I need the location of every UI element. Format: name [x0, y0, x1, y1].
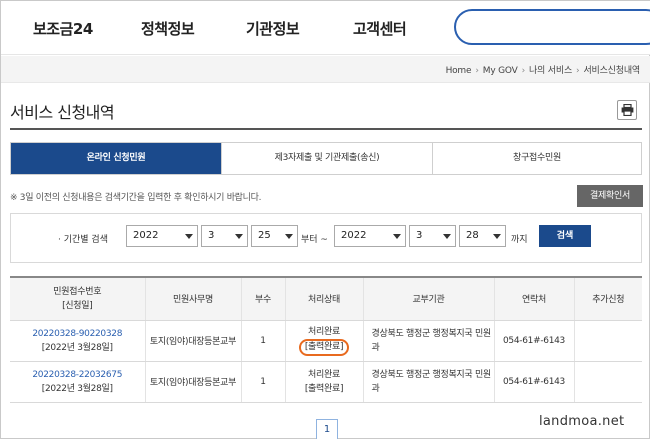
to-year-select[interactable]: 2022	[334, 225, 406, 247]
header-office: 민원사무명	[144, 276, 241, 321]
table-header-row: 민원접수번호 [신청일] 민원사무명 부수 처리상태 교부기관 연락처 추가신청	[10, 276, 642, 321]
tab-counter-application[interactable]: 창구접수민원	[433, 143, 641, 174]
payment-receipt-button[interactable]: 결제확인서	[577, 185, 643, 207]
print-status-text: [출력완료]	[304, 383, 344, 394]
chevron-right-icon: ›	[475, 66, 479, 76]
to-day-value: 28	[466, 230, 479, 241]
header-copies: 부수	[240, 276, 285, 321]
from-month-value: 3	[208, 230, 215, 241]
cell-agency: 경상북도 행정군 행정복지국 민원과	[362, 320, 494, 362]
period-notice: ※ 3일 이전의 신청내용은 검색기간을 입력한 후 확인하시기 바랍니다.	[10, 193, 262, 203]
chevron-down-icon	[443, 234, 451, 239]
header-contact: 연락처	[493, 276, 574, 321]
nav-customer-center[interactable]: 고객센터	[353, 18, 407, 39]
breadcrumb-home[interactable]: Home	[446, 66, 472, 76]
tab-third-party-submission[interactable]: 제3자제출 및 기관제출(송신)	[222, 143, 432, 174]
from-day-value: 25	[258, 230, 271, 241]
results-table: 민원접수번호 [신청일] 민원사무명 부수 처리상태 교부기관 연락처 추가신청…	[10, 276, 642, 403]
receipt-date: [2022년 3월28일]	[41, 383, 113, 394]
breadcrumb-mygov[interactable]: My GOV	[483, 66, 518, 76]
from-suffix: 부터 ~	[301, 235, 328, 245]
receipt-no-link[interactable]: 20220328-22032675	[10, 368, 145, 382]
to-day-select[interactable]: 28	[459, 225, 506, 247]
global-search-input[interactable]	[454, 9, 650, 45]
cell-office: 토지(임야)대장등본교부	[144, 361, 241, 403]
cell-copies: 1	[240, 320, 285, 362]
header-status: 처리상태	[284, 276, 363, 321]
tab-online-application[interactable]: 온라인 신청민원	[11, 143, 221, 174]
cell-contact: 054-61#-6143	[493, 320, 574, 362]
breadcrumb-current: 서비스신청내역	[583, 66, 640, 76]
cell-status: 처리완료 [출력완료]	[284, 320, 363, 362]
status-text: 처리완료	[308, 369, 340, 380]
to-year-value: 2022	[341, 230, 367, 241]
printer-icon	[621, 104, 634, 116]
period-search-label: · 기간별 검색	[58, 235, 108, 245]
watermark-text: landmoa.net	[539, 414, 625, 429]
cell-copies: 1	[240, 361, 285, 403]
cell-agency: 경상북도 행정군 행정복지국 민원과	[362, 361, 494, 403]
table-row: 20220328-90220328 [2022년 3월28일] 토지(임야)대장…	[10, 320, 642, 362]
cell-receipt-no: 20220328-90220328 [2022년 3월28일]	[10, 320, 145, 362]
chevron-down-icon	[393, 234, 401, 239]
breadcrumb-my-service[interactable]: 나의 서비스	[529, 66, 572, 76]
to-month-value: 3	[416, 230, 423, 241]
site-logo[interactable]: 보조금24	[33, 18, 93, 39]
from-month-select[interactable]: 3	[201, 225, 248, 247]
top-navigation: 보조금24 정책정보 기관정보 고객센터	[1, 1, 650, 55]
header-agency: 교부기관	[362, 276, 494, 321]
search-button[interactable]: 검색	[539, 225, 591, 247]
table-row: 20220328-22032675 [2022년 3월28일] 토지(임야)대장…	[10, 361, 642, 403]
to-month-select[interactable]: 3	[409, 225, 456, 247]
cell-add	[573, 361, 642, 403]
chevron-right-icon: ›	[576, 66, 580, 76]
print-button[interactable]	[617, 100, 637, 120]
receipt-no-link[interactable]: 20220328-90220328	[10, 327, 145, 341]
header-receipt-no-label: 민원접수번호	[53, 286, 102, 297]
nav-agency-info[interactable]: 기관정보	[246, 18, 300, 39]
tab-bar: 온라인 신청민원 제3자제출 및 기관제출(송신) 창구접수민원	[10, 142, 642, 175]
cell-receipt-no: 20220328-22032675 [2022년 3월28일]	[10, 361, 145, 403]
cell-contact: 054-61#-6143	[493, 361, 574, 403]
to-suffix: 까지	[511, 235, 528, 245]
print-status-badge: [출력완료]	[298, 339, 350, 356]
cell-office: 토지(임야)대장등본교부	[144, 320, 241, 362]
header-receipt-no: 민원접수번호 [신청일]	[10, 276, 145, 321]
header-receipt-date-label: [신청일]	[62, 300, 93, 311]
from-day-select[interactable]: 25	[251, 225, 298, 247]
chevron-down-icon	[185, 234, 193, 239]
chevron-down-icon	[285, 234, 293, 239]
title-divider	[10, 128, 642, 130]
nav-policy-info[interactable]: 정책정보	[141, 18, 195, 39]
status-text: 처리완료	[308, 327, 340, 337]
chevron-down-icon	[235, 234, 243, 239]
chevron-right-icon: ›	[521, 66, 526, 76]
chevron-down-icon	[493, 234, 501, 239]
receipt-date: [2022년 3월28일]	[41, 342, 113, 353]
header-add: 추가신청	[573, 276, 642, 321]
cell-add	[573, 320, 642, 362]
from-year-select[interactable]: 2022	[126, 225, 198, 247]
page-title: 서비스 신청내역	[10, 103, 115, 122]
page-button-current[interactable]: 1	[316, 419, 338, 439]
breadcrumb-bar: Home › My GOV › 나의 서비스 › 서비스신청내역	[1, 56, 650, 83]
breadcrumb: Home › My GOV › 나의 서비스 › 서비스신청내역	[445, 63, 641, 76]
from-year-value: 2022	[133, 230, 159, 241]
cell-status: 처리완료 [출력완료]	[284, 361, 363, 403]
